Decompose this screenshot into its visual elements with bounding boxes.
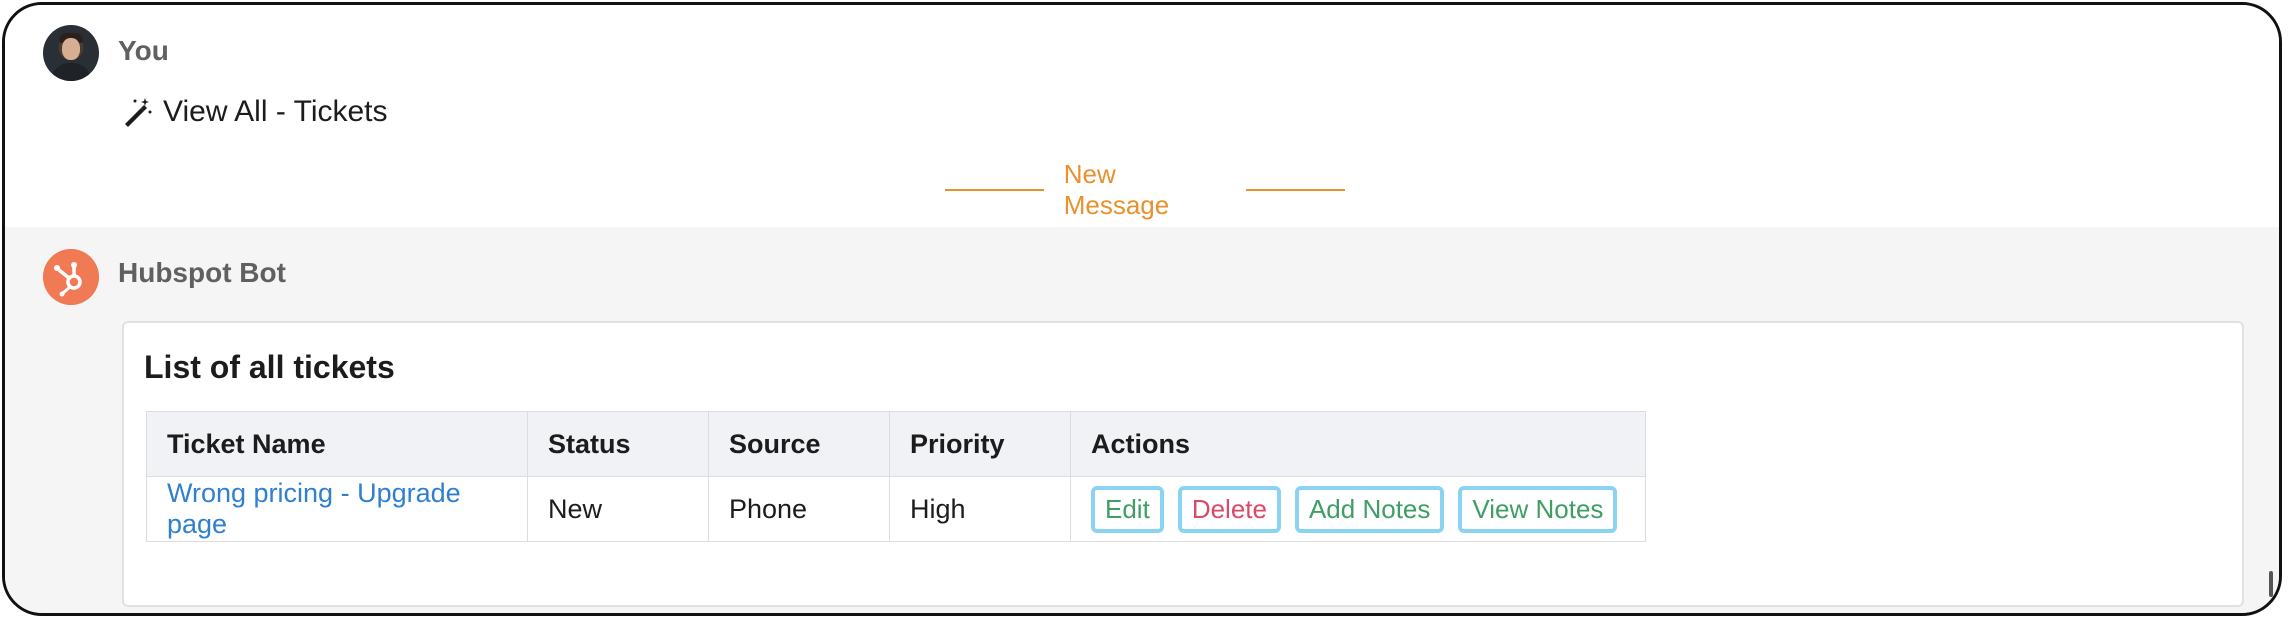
column-header-actions: Actions xyxy=(1070,411,1646,477)
user-message: You View All - Tickets New Message xyxy=(5,5,2279,227)
user-avatar[interactable] xyxy=(43,25,99,81)
chat-window: You View All - Tickets New Message Hubsp… xyxy=(2,2,2282,616)
view-notes-button[interactable]: View Notes xyxy=(1458,485,1618,533)
tickets-table: Ticket Name Status Source Priority Actio… xyxy=(146,411,1646,542)
ticket-name-cell: Wrong pricing - Upgrade page xyxy=(146,476,528,542)
column-header-source: Source xyxy=(708,411,890,477)
actions-cell: Edit Delete Add Notes View Notes xyxy=(1070,476,1646,542)
column-header-status: Status xyxy=(527,411,709,477)
user-name[interactable]: You xyxy=(118,35,169,67)
bot-message: Hubspot Bot List of all tickets Ticket N… xyxy=(5,227,2279,613)
table-header-row: Ticket Name Status Source Priority Actio… xyxy=(146,411,1646,477)
bot-name[interactable]: Hubspot Bot xyxy=(118,257,286,289)
magic-wand-icon xyxy=(125,98,152,127)
command-text: View All - Tickets xyxy=(163,95,388,128)
add-notes-button[interactable]: Add Notes xyxy=(1294,485,1445,533)
priority-cell: High xyxy=(889,476,1071,542)
scrollbar-thumb[interactable] xyxy=(2269,571,2273,597)
table-row: Wrong pricing - Upgrade page New Phone H… xyxy=(146,476,1646,542)
source-cell: Phone xyxy=(708,476,890,542)
column-header-ticket-name: Ticket Name xyxy=(146,411,528,477)
new-message-divider: New Message xyxy=(945,159,1345,220)
ticket-name-link[interactable]: Wrong pricing - Upgrade page xyxy=(167,478,461,539)
command-line: View All - Tickets xyxy=(121,95,388,129)
status-cell: New xyxy=(527,476,709,542)
edit-button[interactable]: Edit xyxy=(1091,485,1164,533)
column-header-priority: Priority xyxy=(889,411,1071,477)
tickets-card: List of all tickets Ticket Name Status S… xyxy=(122,321,2244,607)
new-message-label: New Message xyxy=(1063,159,1170,220)
card-title: List of all tickets xyxy=(144,349,395,385)
delete-button[interactable]: Delete xyxy=(1177,485,1281,533)
hubspot-sprocket-icon[interactable] xyxy=(43,249,99,305)
